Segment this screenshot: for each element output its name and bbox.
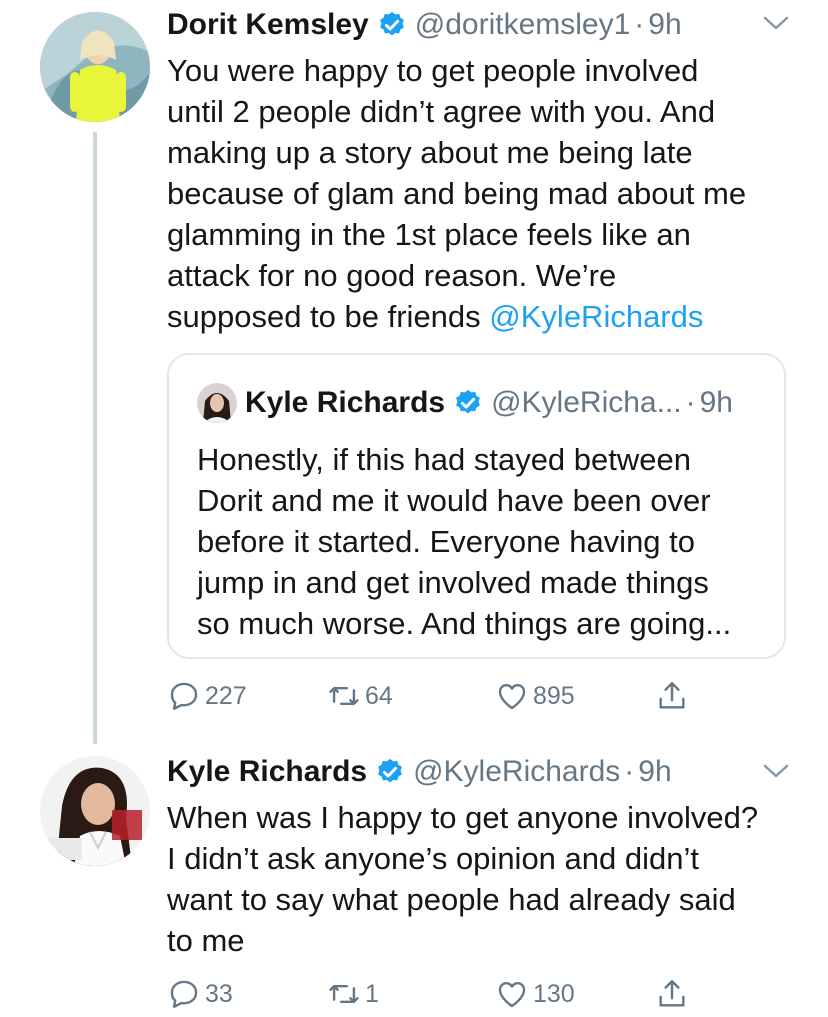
tweet-line: You were happy to get people involved (167, 53, 699, 88)
avatar[interactable] (40, 756, 150, 866)
heart-icon (498, 982, 526, 1008)
mention-link[interactable]: @KyleRichards (489, 299, 703, 334)
chevron-down-icon[interactable] (762, 762, 790, 782)
share-button[interactable] (655, 974, 693, 1014)
tweet-line: supposed to be friends (167, 299, 490, 334)
separator-dot: · (634, 8, 645, 41)
author-name[interactable]: Kyle Richards (167, 755, 367, 789)
quoted-tweet[interactable]: Kyle Richards @KyleRicha... · 9h Honestl… (167, 353, 786, 659)
reply-button[interactable]: 33 (167, 974, 233, 1014)
share-icon (659, 682, 685, 709)
quoted-timestamp: 9h (699, 386, 733, 419)
tweet-line: until 2 people didn’t agree with you. An… (167, 94, 716, 129)
quoted-avatar (197, 383, 237, 423)
separator-dot: · (685, 386, 696, 419)
tweet-actions: 227 64 895 (167, 676, 727, 716)
quoted-author-handle: @KyleRicha... (491, 386, 682, 419)
timestamp[interactable]: 9h (638, 755, 671, 789)
reply-button[interactable]: 227 (167, 676, 247, 716)
author-handle[interactable]: @doritkemsley1 (415, 8, 631, 42)
quoted-author-name: Kyle Richards (245, 386, 446, 419)
tweet-text: You were happy to get people involved un… (167, 50, 797, 337)
chevron-down-icon[interactable] (762, 14, 790, 34)
quoted-tweet-text: Honestly, if this had stayed between Dor… (197, 442, 732, 641)
avatar[interactable] (40, 12, 150, 122)
tweet-line: glamming in the 1st place feels like an (167, 217, 691, 252)
share-icon (659, 980, 685, 1007)
retweet-count: 64 (365, 681, 393, 710)
author-name[interactable]: Dorit Kemsley (167, 8, 369, 42)
reply-icon (170, 980, 198, 1008)
reply-icon (170, 682, 198, 710)
retweet-button[interactable]: 1 (327, 974, 379, 1014)
tweet-header: Dorit Kemsley @doritkemsley1 · 9h (167, 5, 682, 45)
tweet-dorit: Dorit Kemsley @doritkemsley1 · 9h You we… (0, 0, 828, 744)
retweet-button[interactable]: 64 (327, 676, 393, 716)
reply-count: 227 (205, 681, 247, 710)
author-handle[interactable]: @KyleRichards (413, 755, 620, 789)
tweet-line: because of glam and being mad about me (167, 176, 747, 211)
verified-badge-icon (378, 758, 402, 783)
separator-dot: · (624, 755, 635, 788)
verified-badge-icon (456, 389, 480, 414)
tweet-kyle: Kyle Richards @KyleRichards · 9h When wa… (0, 740, 828, 1017)
quoted-tweet-header: Kyle Richards @KyleRicha... · 9h (197, 381, 733, 425)
tweet-actions: 33 1 130 (167, 974, 727, 1014)
heart-icon (498, 684, 526, 710)
tweet-header: Kyle Richards @KyleRichards · 9h (167, 752, 672, 792)
like-button[interactable]: 895 (495, 676, 575, 716)
verified-badge-icon (379, 11, 404, 36)
timestamp[interactable]: 9h (648, 8, 681, 42)
like-button[interactable]: 130 (495, 974, 575, 1014)
share-button[interactable] (655, 676, 693, 716)
tweet-line: attack for no good reason. We’re (167, 258, 617, 293)
thread-line (93, 132, 97, 744)
tweet-text: When was I happy to get anyone involved?… (167, 800, 759, 958)
reply-count: 33 (205, 979, 233, 1008)
like-count: 130 (533, 979, 575, 1008)
retweet-icon (329, 687, 359, 705)
retweet-icon (329, 985, 359, 1003)
like-count: 895 (533, 681, 575, 710)
retweet-count: 1 (365, 979, 379, 1008)
tweet-line: making up a story about me being late (167, 135, 693, 170)
